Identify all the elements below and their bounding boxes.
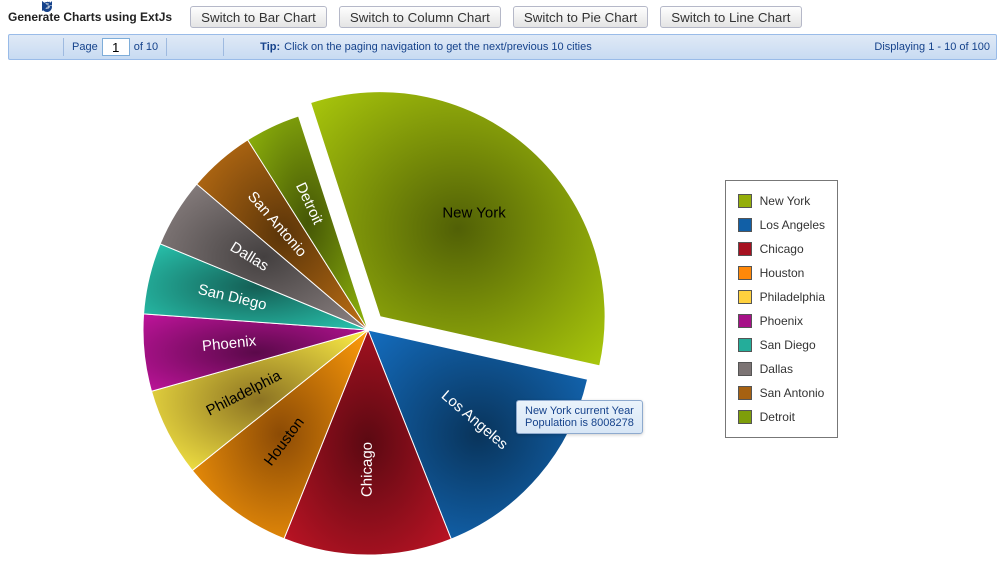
legend-label: Philadelphia — [760, 290, 825, 304]
separator — [63, 38, 64, 56]
tooltip-line2: Population is 8008278 — [525, 417, 634, 429]
legend-item[interactable]: Phoenix — [738, 309, 825, 333]
legend-label: Phoenix — [760, 314, 803, 328]
legend-item[interactable]: Chicago — [738, 237, 825, 261]
legend-item[interactable]: San Diego — [738, 333, 825, 357]
legend-label: Detroit — [760, 410, 795, 424]
tip-label: Tip: — [260, 41, 280, 53]
tooltip-line1: New York current Year — [525, 405, 634, 417]
legend-item[interactable]: Houston — [738, 261, 825, 285]
legend-item[interactable]: Dallas — [738, 357, 825, 381]
chart-area: New York Los Angeles Chicago Houston Philade… — [8, 60, 998, 580]
separator — [166, 38, 167, 56]
legend-label: Dallas — [760, 362, 793, 376]
legend-swatch — [738, 362, 752, 376]
legend-swatch — [738, 266, 752, 280]
switch-bar-button[interactable]: Switch to Bar Chart — [190, 6, 327, 28]
separator — [223, 38, 224, 56]
switch-pie-button[interactable]: Switch to Pie Chart — [513, 6, 648, 28]
refresh-icon[interactable] — [232, 38, 250, 56]
page-next-icon[interactable] — [175, 38, 193, 56]
page-of-label: of 10 — [134, 41, 158, 53]
legend: New York Los Angeles Chicago Houston Philade… — [725, 180, 838, 438]
page-prev-icon[interactable] — [37, 38, 55, 56]
legend-swatch — [738, 194, 752, 208]
page-number-input[interactable] — [102, 38, 130, 56]
chart-tooltip: New York current Year Population is 8008… — [516, 400, 643, 434]
paging-toolbar: Page of 10 Tip: Click on the paging navi… — [8, 34, 997, 60]
legend-label: San Diego — [760, 338, 816, 352]
slice-label: New York — [442, 205, 506, 222]
page-last-icon[interactable] — [197, 38, 215, 56]
pie-chart[interactable]: New YorkLos AngelesChicagoHoustonPhilade… — [48, 60, 688, 580]
page-label: Page — [72, 41, 98, 53]
legend-swatch — [738, 218, 752, 232]
legend-item[interactable]: San Antonio — [738, 381, 825, 405]
legend-label: San Antonio — [760, 386, 825, 400]
switch-column-button[interactable]: Switch to Column Chart — [339, 6, 501, 28]
legend-label: Chicago — [760, 242, 804, 256]
header-row: Generate Charts using ExtJs Switch to Ba… — [8, 6, 997, 28]
switch-line-button[interactable]: Switch to Line Chart — [660, 6, 801, 28]
legend-swatch — [738, 314, 752, 328]
legend-swatch — [738, 290, 752, 304]
legend-item[interactable]: Philadelphia — [738, 285, 825, 309]
legend-item[interactable]: Detroit — [738, 405, 825, 429]
slice-label: Chicago — [359, 442, 376, 497]
legend-label: Los Angeles — [760, 218, 825, 232]
legend-swatch — [738, 242, 752, 256]
legend-item[interactable]: New York — [738, 189, 825, 213]
legend-swatch — [738, 338, 752, 352]
page-first-icon[interactable] — [15, 38, 33, 56]
legend-item[interactable]: Los Angeles — [738, 213, 825, 237]
legend-swatch — [738, 410, 752, 424]
tip-text: Click on the paging navigation to get th… — [284, 41, 592, 53]
legend-label: New York — [760, 194, 811, 208]
display-info: Displaying 1 - 10 of 100 — [874, 41, 990, 53]
legend-swatch — [738, 386, 752, 400]
page-title: Generate Charts using ExtJs — [8, 10, 172, 24]
legend-label: Houston — [760, 266, 805, 280]
